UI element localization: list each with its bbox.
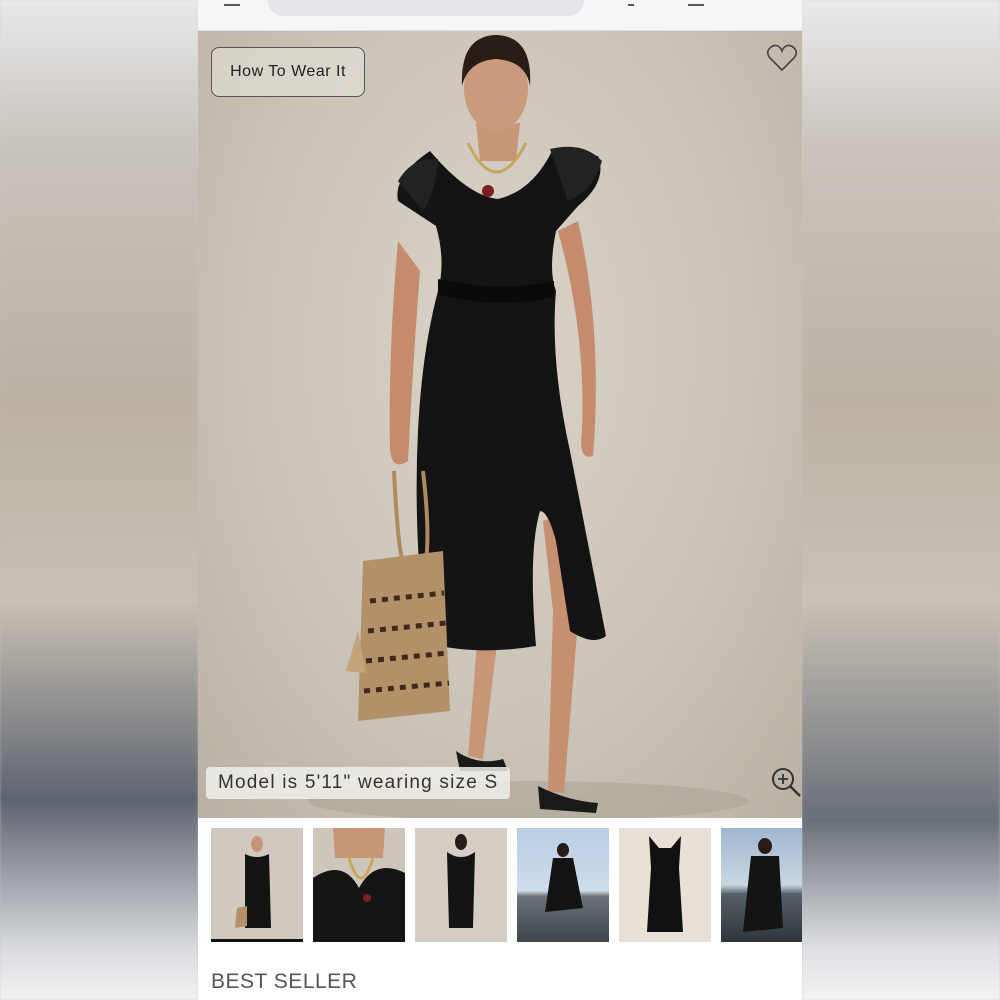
thumbnail-gallery (211, 828, 802, 944)
zoom-in-icon[interactable] (770, 766, 802, 798)
model-photo (308, 35, 748, 818)
thumbnail-image (743, 838, 783, 932)
thumbnail-5[interactable] (619, 828, 711, 942)
thumbnail-image (545, 843, 583, 912)
best-seller-badge: BEST SELLER (211, 970, 358, 993)
how-to-wear-button[interactable]: How To Wear It (211, 47, 365, 97)
heart-icon[interactable] (766, 43, 798, 73)
account-icon[interactable] (628, 0, 634, 6)
thumbnail-1[interactable] (211, 828, 303, 942)
blurred-background-right (802, 0, 1000, 1000)
model-size-note: Model is 5'11" wearing size S (206, 767, 511, 799)
product-page: How To Wear It Model is 5'11" wearing si… (198, 0, 802, 1000)
thumbnail-6[interactable] (721, 828, 802, 942)
blurred-background-left (0, 0, 198, 1000)
thumbnail-2[interactable] (313, 828, 405, 942)
product-main-image[interactable]: How To Wear It Model is 5'11" wearing si… (198, 31, 802, 818)
thumbnail-image (313, 828, 405, 942)
thumbnail-3[interactable] (415, 828, 507, 942)
bag-icon[interactable] (688, 0, 704, 6)
menu-icon[interactable] (224, 0, 240, 6)
search-bar[interactable] (268, 0, 584, 16)
thumbnail-image (447, 834, 475, 928)
thumbnail-image (235, 836, 271, 928)
browser-top-bar (198, 0, 802, 31)
thumbnail-image (647, 836, 683, 932)
thumbnail-4[interactable] (517, 828, 609, 942)
